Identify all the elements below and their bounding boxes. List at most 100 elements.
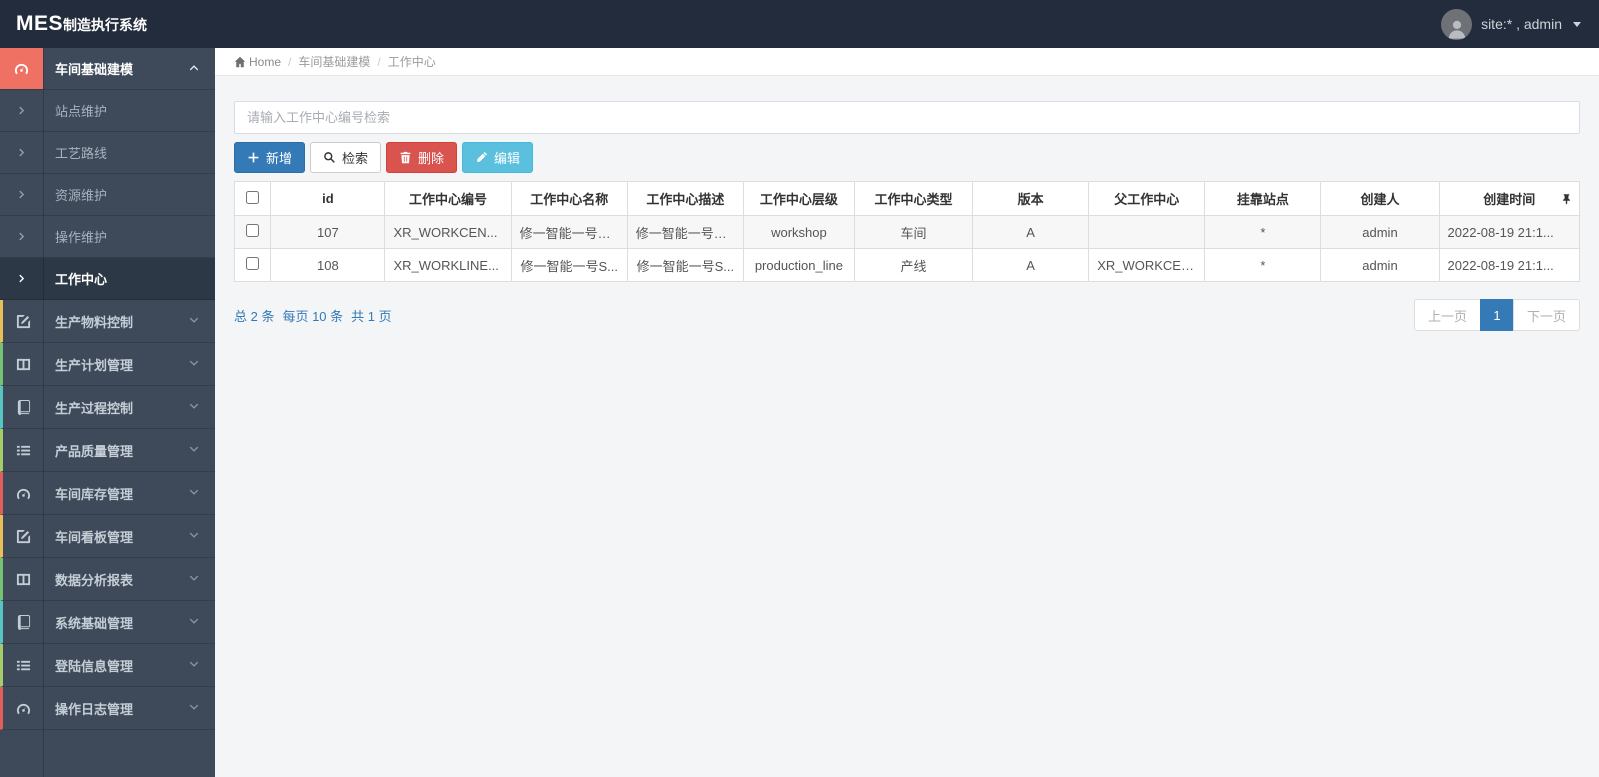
cell-level: workshop [742, 215, 855, 249]
row-checkbox[interactable] [246, 224, 260, 237]
chevron-right-icon [0, 258, 43, 299]
user-menu[interactable]: site:* , admin [1441, 8, 1581, 40]
sidebar-item-plan-management[interactable]: 生产计划管理 [0, 343, 215, 386]
edit-button[interactable]: 编辑 [462, 142, 534, 173]
cell-desc: 修一智能一号S... [626, 248, 744, 282]
sidebar-item-system-management[interactable]: 系统基础管理 [0, 601, 215, 644]
cell-created: 2022-08-19 21:1... [1438, 248, 1581, 282]
sidebar-item-process-control[interactable]: 生产过程控制 [0, 386, 215, 429]
sidebar-item-label: 系统基础管理 [55, 615, 134, 631]
chevron-down-icon [189, 527, 199, 545]
sidebar-item-label: 产品质量管理 [55, 443, 134, 459]
chevron-down-icon [189, 441, 199, 459]
column-header-type[interactable]: 工作中心类型 [853, 181, 974, 216]
table-row[interactable]: 108 XR_WORKLINE... 修一智能一号S... 修一智能一号S...… [233, 248, 1581, 282]
sidebar-item-material-control[interactable]: 生产物料控制 [0, 300, 215, 343]
select-all-checkbox[interactable] [246, 190, 260, 204]
brand-rest: 制造执行系统 [63, 17, 148, 33]
sidebar-subitem-process-route[interactable]: 工艺路线 [0, 132, 215, 174]
sidebar-item-inventory-management[interactable]: 车间库存管理 [0, 472, 215, 515]
brand-bold: MES [16, 12, 64, 35]
chevron-down-icon [189, 312, 199, 330]
column-header-level[interactable]: 工作中心层级 [742, 181, 855, 216]
pagination-controls: 上一页 1 下一页 [1413, 299, 1580, 331]
pushpin-icon[interactable] [1561, 193, 1572, 204]
caret-down-icon [1573, 21, 1581, 27]
chevron-down-icon [189, 613, 199, 631]
table-row[interactable]: 107 XR_WORKCEN... 修一智能一号车间 修一智能一号车间 work… [233, 215, 1581, 249]
add-button[interactable]: 新增 [234, 142, 306, 173]
cell-level: production_line [742, 248, 855, 282]
chevron-down-icon [189, 570, 199, 588]
row-select-cell [233, 248, 272, 282]
sidebar-item-label: 车间库存管理 [55, 486, 134, 502]
pencil-square-icon [3, 515, 43, 557]
column-header-created[interactable]: 创建时间 [1438, 181, 1581, 216]
gauge-icon [0, 48, 43, 89]
chevron-down-icon [189, 484, 199, 502]
column-header-id[interactable]: id [270, 181, 386, 216]
edit-button-label: 编辑 [494, 151, 521, 166]
sidebar-subitem-station-maintenance[interactable]: 站点维护 [0, 90, 215, 132]
sidebar-item-label: 登陆信息管理 [55, 658, 134, 674]
table-header-row: id 工作中心编号 工作中心名称 工作中心描述 工作中心层级 工作中心类型 版本… [233, 181, 1581, 216]
sidebar-item-quality-management[interactable]: 产品质量管理 [0, 429, 215, 472]
trash-icon [400, 151, 411, 164]
column-header-desc[interactable]: 工作中心描述 [626, 181, 744, 216]
app-brand: MES 制造执行系统 [16, 12, 147, 36]
sidebar-subitem-operation-maintenance[interactable]: 操作维护 [0, 216, 215, 258]
sidebar-item-label: 生产物料控制 [55, 314, 134, 330]
chevron-right-icon [0, 216, 43, 257]
sidebar-subitem-resource-maintenance[interactable]: 资源维护 [0, 174, 215, 216]
sidebar-item-kanban-management[interactable]: 车间看板管理 [0, 515, 215, 558]
chevron-right-icon [0, 132, 43, 173]
pagination-bar: 总 2 条 每页 10 条 共 1 页 上一页 1 下一页 [234, 299, 1580, 331]
breadcrumb-separator: / [377, 54, 381, 69]
pagination-total: 总 2 条 [234, 308, 275, 324]
row-select-cell [233, 215, 272, 249]
delete-button-label: 删除 [418, 151, 445, 166]
page-number-button[interactable]: 1 [1479, 299, 1514, 331]
next-page-button[interactable]: 下一页 [1512, 299, 1580, 331]
sidebar: 车间基础建模 站点维护 工艺路线 资源维护 操作维护 工作中心 生产物料控制 生… [0, 48, 215, 777]
sidebar-item-workshop-modeling[interactable]: 车间基础建模 [0, 48, 215, 90]
cell-id: 107 [270, 215, 386, 249]
search-icon [324, 152, 335, 163]
top-navbar: MES 制造执行系统 site:* , admin [0, 0, 1599, 48]
search-button[interactable]: 检索 [310, 142, 382, 173]
row-checkbox[interactable] [246, 257, 260, 270]
sidebar-item-analysis-reports[interactable]: 数据分析报表 [0, 558, 215, 601]
sidebar-subitem-label: 资源维护 [55, 188, 108, 203]
cell-version: A [972, 215, 1090, 249]
cell-station: * [1204, 248, 1322, 282]
breadcrumb-home-link[interactable]: Home [234, 55, 281, 69]
cell-created: 2022-08-19 21:1... [1438, 215, 1581, 249]
header-select-all [233, 181, 272, 216]
sidebar-item-login-info-management[interactable]: 登陆信息管理 [0, 644, 215, 687]
column-header-code[interactable]: 工作中心编号 [384, 181, 512, 216]
column-header-parent[interactable]: 父工作中心 [1088, 181, 1206, 216]
book-icon [3, 386, 43, 428]
user-avatar [1441, 8, 1473, 40]
chevron-right-icon [0, 174, 43, 215]
columns-icon [3, 343, 43, 385]
column-header-name[interactable]: 工作中心名称 [510, 181, 628, 216]
pagination-page-count: 共 1 页 [351, 308, 392, 324]
sidebar-item-operation-log-management[interactable]: 操作日志管理 [0, 687, 215, 730]
column-header-creator[interactable]: 创建人 [1320, 181, 1440, 216]
sidebar-subitem-label: 工艺路线 [55, 146, 108, 161]
prev-page-button[interactable]: 上一页 [1413, 299, 1481, 331]
column-header-version[interactable]: 版本 [972, 181, 1090, 216]
plus-icon [248, 152, 259, 163]
columns-icon [3, 558, 43, 600]
work-center-search-input[interactable] [234, 101, 1580, 134]
column-header-station[interactable]: 挂靠站点 [1204, 181, 1322, 216]
breadcrumb-item: Home [249, 54, 282, 69]
pencil-square-icon [3, 300, 43, 342]
add-button-label: 新增 [266, 151, 293, 166]
cell-type: 车间 [853, 215, 974, 249]
delete-button[interactable]: 删除 [386, 142, 458, 173]
sidebar-subitem-work-center[interactable]: 工作中心 [0, 258, 215, 300]
sidebar-item-label: 操作日志管理 [55, 701, 134, 717]
cell-parent [1088, 215, 1206, 249]
